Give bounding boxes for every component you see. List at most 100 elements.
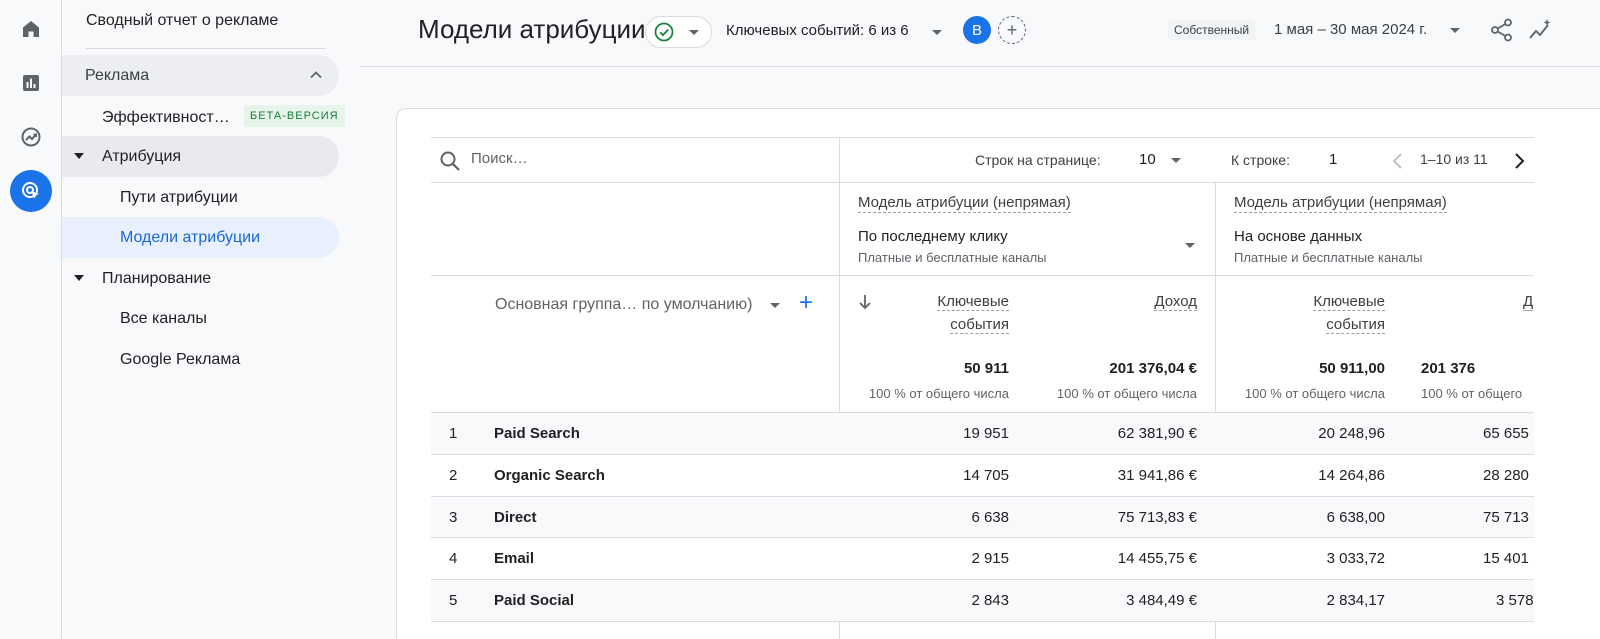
caret-down-icon (74, 153, 84, 159)
nav-item-label: Модели атрибуции (120, 228, 261, 246)
row-revenue-1: 31 941,86 € (1117, 467, 1197, 484)
report-nav: Сводный отчет о рекламе Реклама Эффектив… (62, 0, 350, 639)
row-revenue-1: 3 484,49 € (1126, 592, 1197, 609)
chevron-right-icon[interactable] (1511, 151, 1527, 171)
row-revenue-1: 75 713,83 € (1117, 509, 1197, 526)
total-pct: 100 % от общего числа (868, 386, 1009, 401)
nav-divider (86, 48, 326, 49)
header-divider (360, 66, 1600, 67)
col-header-text: Д (1523, 293, 1534, 311)
advertising-icon[interactable] (10, 170, 52, 212)
chevron-left-icon[interactable] (1390, 151, 1406, 171)
col-header-text: Ключевые (937, 293, 1009, 311)
row-revenue-2: 15 401 (1483, 550, 1529, 567)
nav-item-performance[interactable]: Эффективност… БЕТА-ВЕРСИЯ (62, 97, 350, 138)
col-header-text: события (950, 316, 1009, 334)
row-divider (431, 621, 1534, 622)
row-channel: Email (494, 550, 535, 567)
col-header-text: события (1326, 316, 1385, 334)
col-header-revenue-1[interactable]: Доход (1081, 290, 1197, 313)
dropdown-arrow-icon[interactable] (770, 303, 780, 308)
date-range-selector[interactable]: 1 мая – 30 мая 2024 г. (1274, 21, 1427, 38)
nav-item-label: Планирование (102, 269, 212, 287)
table-border (431, 137, 1534, 138)
row-key-events-1: 19 951 (963, 425, 1009, 442)
add-dimension-button[interactable]: + (799, 289, 813, 317)
row-revenue-2: 75 713 (1483, 509, 1529, 526)
table-row[interactable]: 5 Paid Social 2 843 3 484,49 € 2 834,17 … (431, 580, 1534, 621)
table-row[interactable]: 4 Email 2 915 14 455,75 € 3 033,72 15 40… (431, 538, 1534, 579)
table-row[interactable]: 1 Paid Search 19 951 62 381,90 € 20 248,… (431, 413, 1534, 454)
row-index: 4 (449, 550, 458, 567)
model-1-title[interactable]: Модель атрибуции (непрямая) (858, 194, 1071, 213)
nav-item-attribution-models[interactable]: Модели атрибуции (62, 217, 339, 258)
total-key-events-2: 50 911,00 (1319, 360, 1385, 377)
col-header-key-events-1[interactable]: Ключевые события (901, 290, 1009, 336)
reports-icon[interactable] (10, 62, 52, 104)
beta-badge: БЕТА-ВЕРСИЯ (244, 105, 345, 127)
model-2-title[interactable]: Модель атрибуции (непрямая) (1234, 194, 1447, 213)
total-revenue-2: 201 376 (1421, 360, 1476, 377)
nav-item-label: Все каналы (120, 309, 207, 327)
total-pct: 100 % от общего числа (1244, 386, 1385, 401)
row-channel: Paid Social (494, 592, 575, 609)
row-key-events-1: 6 638 (971, 509, 1009, 526)
dropdown-arrow-icon[interactable] (932, 30, 942, 35)
total-pct: 100 % от общего числа (1056, 386, 1197, 401)
attribution-table: Строк на странице: 10 К строке: 1 1–10 и… (431, 137, 1534, 639)
row-revenue-2: 3 578 (1496, 592, 1534, 609)
share-icon[interactable] (1489, 17, 1515, 43)
status-dropdown[interactable] (645, 16, 712, 48)
nav-group-label: Реклама (85, 66, 150, 84)
nav-item-label: Эффективност… (102, 108, 230, 126)
nav-group-advertising[interactable]: Реклама (62, 55, 339, 96)
nav-item-attribution-paths[interactable]: Пути атрибуции (62, 177, 339, 218)
go-to-row-label: К строке: (1231, 152, 1290, 168)
table-border (431, 275, 1534, 276)
rows-per-page-label: Строк на странице: (975, 152, 1101, 168)
search-input[interactable] (471, 150, 831, 167)
model-1-name: По последнему клику (858, 228, 1008, 245)
sort-descending-icon[interactable] (857, 293, 873, 311)
row-key-events-1: 14 705 (963, 467, 1009, 484)
row-index: 2 (449, 467, 458, 484)
total-key-events-1: 50 911 (963, 360, 1009, 377)
key-events-selector[interactable]: Ключевых событий: 6 из 6 (726, 22, 909, 39)
data-source-badge: Собственный (1168, 20, 1256, 40)
col-header-key-events-2[interactable]: Ключевые события (1277, 290, 1385, 336)
comparison-avatar[interactable]: B (963, 16, 991, 44)
nav-item-attribution[interactable]: Атрибуция (62, 136, 339, 177)
row-key-events-1: 2 843 (971, 592, 1009, 609)
rows-per-page-select[interactable]: 10 (1139, 151, 1156, 168)
chevron-up-icon (310, 71, 322, 79)
dropdown-arrow-icon[interactable] (1450, 28, 1460, 33)
left-rail (0, 0, 62, 639)
col-header-revenue-2[interactable]: Д (1523, 290, 1534, 313)
table-row[interactable]: 2 Organic Search 14 705 31 941,86 € 14 2… (431, 455, 1534, 496)
table-row[interactable]: 3 Direct 6 638 75 713,83 € 6 638,00 75 7… (431, 497, 1534, 538)
row-key-events-2: 14 264,86 (1318, 467, 1385, 484)
model-1-dropdown-icon[interactable] (1185, 243, 1195, 248)
total-revenue-1: 201 376,04 € (1109, 360, 1197, 377)
col-header-text: Доход (1154, 293, 1197, 311)
insights-icon[interactable] (1528, 17, 1554, 43)
explore-icon[interactable] (10, 116, 52, 158)
row-key-events-1: 2 915 (971, 550, 1009, 567)
nav-item-google-ads[interactable]: Google Реклама (62, 339, 339, 380)
nav-item-all-channels[interactable]: Все каналы (62, 298, 339, 339)
row-revenue-1: 62 381,90 € (1117, 425, 1197, 442)
total-pct: 100 % от общего (1421, 386, 1523, 401)
dropdown-arrow-icon[interactable] (1171, 158, 1181, 163)
row-revenue-1: 14 455,75 € (1117, 550, 1197, 567)
add-comparison-button[interactable]: + (998, 16, 1026, 44)
row-channel: Organic Search (494, 467, 605, 484)
nav-item-planning[interactable]: Планирование (62, 258, 339, 299)
primary-dimension-selector[interactable]: Основная группа… по умолчанию) (495, 296, 752, 314)
home-icon[interactable] (10, 8, 52, 50)
go-to-row-input[interactable]: 1 (1329, 151, 1337, 168)
model-2-subtitle: Платные и бесплатные каналы (1234, 250, 1423, 265)
table-border (431, 182, 1534, 183)
row-channel: Direct (494, 509, 537, 526)
row-index: 5 (449, 592, 458, 609)
search-icon (440, 151, 460, 171)
